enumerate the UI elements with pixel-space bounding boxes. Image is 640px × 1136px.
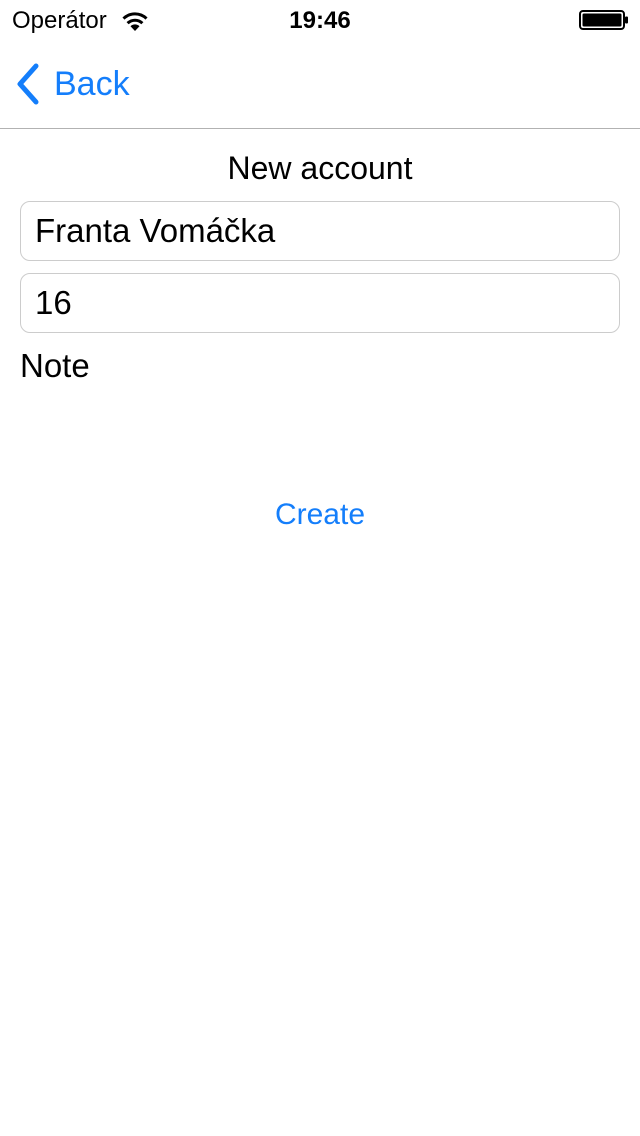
page-title: New account [227,150,413,186]
back-button-label: Back [54,65,130,103]
status-clock: 19:46 [289,7,351,34]
navigation-bar: Back [0,40,640,129]
name-input[interactable] [21,202,619,260]
number-field[interactable] [20,273,620,333]
note-label: Note [20,347,90,384]
number-input[interactable] [21,274,619,332]
back-button[interactable]: Back [14,62,130,106]
status-bar: Operátor 19:46 [0,0,640,40]
create-button[interactable]: Create [0,496,640,534]
battery-icon [579,10,628,30]
name-field[interactable] [20,201,620,261]
chevron-left-icon [17,63,39,105]
